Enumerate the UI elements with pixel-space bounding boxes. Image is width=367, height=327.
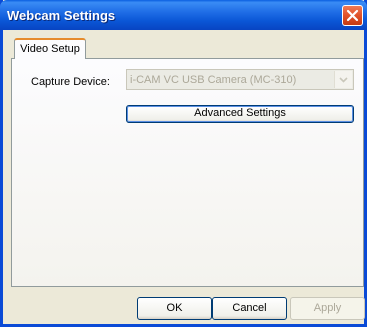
title-bar[interactable]: Webcam Settings — [0, 0, 367, 30]
cancel-button[interactable]: Cancel — [212, 297, 287, 320]
video-setup-panel: Capture Device: i-CAM VC USB Camera (MC-… — [11, 58, 364, 287]
webcam-settings-dialog: Webcam Settings Video Setup Capture Devi… — [0, 0, 367, 327]
capture-device-label: Capture Device: — [31, 76, 110, 88]
capture-device-value: i-CAM VC USB Camera (MC-310) — [130, 74, 297, 86]
window-title: Webcam Settings — [7, 8, 116, 23]
apply-button[interactable]: Apply — [290, 297, 365, 320]
capture-device-select[interactable]: i-CAM VC USB Camera (MC-310) — [126, 69, 354, 90]
ok-button[interactable]: OK — [137, 297, 212, 320]
dropdown-button[interactable] — [334, 71, 352, 88]
close-icon — [346, 9, 359, 22]
advanced-settings-button[interactable]: Advanced Settings — [126, 105, 354, 123]
tab-video-setup[interactable]: Video Setup — [14, 38, 86, 59]
close-button[interactable] — [342, 5, 363, 26]
tab-label: Video Setup — [20, 43, 80, 55]
chevron-down-icon — [339, 77, 348, 83]
